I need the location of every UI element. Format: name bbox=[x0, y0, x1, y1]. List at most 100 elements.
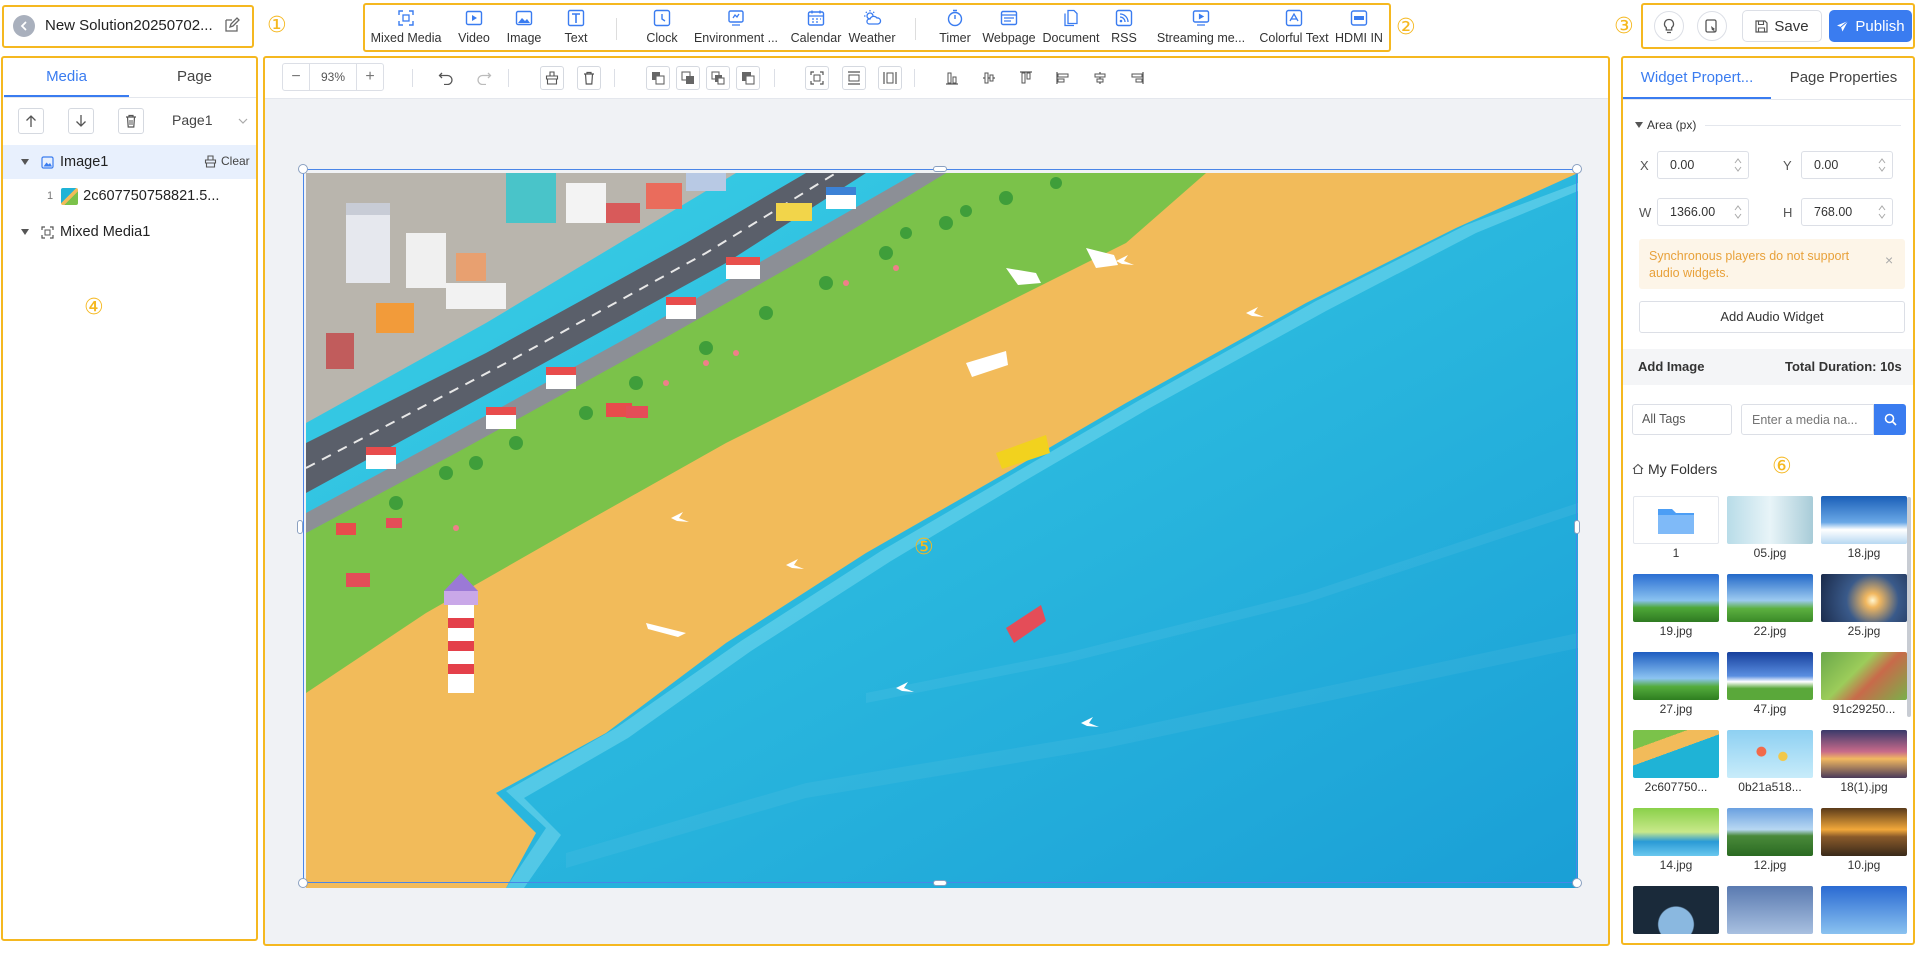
tab-page-properties[interactable]: Page Properties bbox=[1773, 57, 1914, 99]
media-item[interactable]: 19.jpg bbox=[1633, 574, 1719, 640]
preview-button[interactable] bbox=[1654, 11, 1684, 41]
h-input[interactable]: 768.00 bbox=[1801, 198, 1893, 226]
media-item[interactable]: 10.jpg bbox=[1821, 808, 1907, 874]
resize-handle-bottom[interactable] bbox=[933, 880, 947, 886]
zoom-in-button[interactable]: + bbox=[357, 64, 383, 90]
clear-canvas-button[interactable] bbox=[540, 66, 564, 90]
media-item[interactable]: 47.jpg bbox=[1727, 652, 1813, 718]
widget-document[interactable]: Document bbox=[1040, 4, 1102, 51]
annotation-number-2: ② bbox=[1396, 15, 1416, 40]
align-center-icon bbox=[1094, 72, 1106, 84]
tree-item-media-file[interactable]: 1 2c607750758821.5... bbox=[2, 179, 257, 213]
media-item[interactable] bbox=[1633, 886, 1719, 944]
media-item[interactable] bbox=[1727, 886, 1813, 944]
widget-webpage[interactable]: Webpage bbox=[982, 4, 1036, 51]
x-input[interactable]: 0.00 bbox=[1657, 151, 1749, 179]
widget-environment[interactable]: Environment ... bbox=[694, 4, 778, 51]
resize-handle-bottom-right[interactable] bbox=[1572, 878, 1582, 888]
resize-handle-top-left[interactable] bbox=[298, 164, 308, 174]
left-panel: Media Page Page1 Image1 Clear 1 2c607750… bbox=[2, 57, 257, 940]
media-item[interactable]: 12.jpg bbox=[1727, 808, 1813, 874]
media-item[interactable]: 27.jpg bbox=[1633, 652, 1719, 718]
y-input[interactable]: 0.00 bbox=[1801, 151, 1893, 179]
widget-timer[interactable]: Timer bbox=[936, 4, 974, 51]
media-item[interactable]: 25.jpg bbox=[1821, 574, 1907, 640]
toolbar-separator bbox=[412, 69, 413, 87]
widget-text[interactable]: Text bbox=[556, 4, 596, 51]
resize-handle-top[interactable] bbox=[933, 166, 947, 172]
align-left-button[interactable] bbox=[1051, 66, 1075, 90]
toolbar-separator bbox=[614, 69, 615, 87]
bring-to-front-button[interactable] bbox=[706, 66, 730, 90]
media-item[interactable]: 18.jpg bbox=[1821, 496, 1907, 562]
widget-calendar[interactable]: Calendar bbox=[790, 4, 842, 51]
resize-handle-top-right[interactable] bbox=[1572, 164, 1582, 174]
tab-widget-properties[interactable]: Widget Propert... bbox=[1623, 57, 1771, 99]
mixed-media-icon bbox=[41, 225, 54, 239]
close-icon[interactable]: × bbox=[1885, 252, 1893, 268]
tab-page[interactable]: Page bbox=[132, 57, 257, 97]
widget-hdmi-in[interactable]: HDMI IN bbox=[1332, 4, 1386, 51]
widget-mixed-media[interactable]: Mixed Media bbox=[371, 4, 441, 51]
delete-widget-button[interactable] bbox=[577, 66, 601, 90]
widget-rss[interactable]: RSS bbox=[1110, 4, 1138, 51]
zoom-out-button[interactable]: − bbox=[283, 64, 309, 90]
align-bottom-button[interactable] bbox=[940, 66, 964, 90]
media-item[interactable]: 2c607750... bbox=[1633, 730, 1719, 796]
media-item[interactable] bbox=[1821, 886, 1907, 944]
media-item[interactable]: 18(1).jpg bbox=[1821, 730, 1907, 796]
save-button[interactable]: Save bbox=[1742, 10, 1822, 42]
align-right-icon bbox=[1131, 72, 1144, 84]
media-folder-item[interactable]: 1 bbox=[1633, 496, 1719, 562]
back-button[interactable] bbox=[13, 15, 35, 37]
widget-colorful-text[interactable]: Colorful Text bbox=[1256, 4, 1332, 51]
image-widget[interactable] bbox=[306, 173, 1578, 888]
tree-item-image1[interactable]: Image1 Clear bbox=[2, 145, 257, 179]
bring-forward-button[interactable] bbox=[646, 66, 670, 90]
media-item[interactable]: 14.jpg bbox=[1633, 808, 1719, 874]
widget-video[interactable]: Video bbox=[454, 4, 494, 51]
widget-weather[interactable]: Weather bbox=[846, 4, 898, 51]
clear-button[interactable]: Clear bbox=[204, 154, 250, 168]
page-select[interactable]: Page1 bbox=[172, 112, 212, 128]
arrow-down-icon bbox=[76, 115, 86, 127]
widget-image[interactable]: Image bbox=[503, 4, 545, 51]
send-backward-button[interactable] bbox=[676, 66, 700, 90]
align-right-button[interactable] bbox=[1125, 66, 1149, 90]
edit-title-button[interactable] bbox=[224, 17, 240, 33]
undo-button[interactable] bbox=[434, 66, 458, 90]
align-middle-button[interactable] bbox=[977, 66, 1001, 90]
fit-fullscreen-button[interactable] bbox=[805, 66, 829, 90]
w-input[interactable]: 1366.00 bbox=[1657, 198, 1749, 226]
send-to-back-button[interactable] bbox=[736, 66, 760, 90]
resize-handle-right[interactable] bbox=[1574, 520, 1580, 534]
zoom-value[interactable]: 93% bbox=[309, 64, 357, 90]
media-item[interactable]: 22.jpg bbox=[1727, 574, 1813, 640]
fit-width-button[interactable] bbox=[842, 66, 866, 90]
media-item[interactable]: 91c29250... bbox=[1821, 652, 1907, 718]
publish-button[interactable]: Publish bbox=[1829, 10, 1912, 42]
annotation-number-3: ③ bbox=[1614, 14, 1634, 39]
add-audio-widget-button[interactable]: Add Audio Widget bbox=[1639, 301, 1905, 333]
area-section-header[interactable]: Area (px) bbox=[1635, 118, 1696, 132]
media-search-input[interactable] bbox=[1741, 404, 1874, 435]
tree-item-mixed-media1[interactable]: Mixed Media1 bbox=[2, 215, 257, 249]
send-to-device-button[interactable] bbox=[1697, 11, 1727, 41]
resize-handle-left[interactable] bbox=[297, 520, 303, 534]
tab-media[interactable]: Media bbox=[4, 57, 129, 97]
widget-streaming[interactable]: Streaming me... bbox=[1156, 4, 1246, 51]
widget-clock[interactable]: Clock bbox=[644, 4, 680, 51]
media-scrollbar[interactable] bbox=[1907, 497, 1911, 717]
search-button[interactable] bbox=[1874, 404, 1906, 435]
delete-layer-button[interactable] bbox=[118, 108, 144, 134]
move-down-button[interactable] bbox=[68, 108, 94, 134]
resize-handle-bottom-left[interactable] bbox=[298, 878, 308, 888]
tags-select[interactable]: All Tags bbox=[1632, 404, 1732, 435]
align-top-button[interactable] bbox=[1014, 66, 1038, 90]
redo-button[interactable] bbox=[472, 66, 496, 90]
move-up-button[interactable] bbox=[18, 108, 44, 134]
fit-height-button[interactable] bbox=[878, 66, 902, 90]
media-item[interactable]: 0b21a518... bbox=[1727, 730, 1813, 796]
media-item[interactable]: 05.jpg bbox=[1727, 496, 1813, 562]
align-center-button[interactable] bbox=[1088, 66, 1112, 90]
